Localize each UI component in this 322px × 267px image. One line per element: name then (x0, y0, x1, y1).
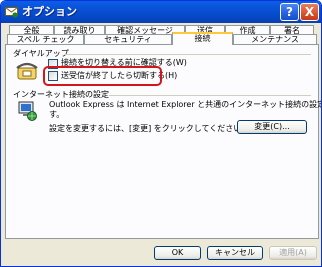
options-dialog: オプション ? X 全般 読み取り 確認メッセージ 送信 作成 署名 スペル チ… (0, 0, 322, 267)
window-title: オプション (22, 5, 77, 18)
network-computer-icon (18, 101, 37, 121)
internet-settings-heading: インターネット接続の設定 (13, 90, 109, 99)
apply-button[interactable]: 適用(A) (269, 246, 317, 260)
help-button[interactable]: ? (280, 3, 299, 21)
dialup-phone-icon (16, 62, 38, 80)
ok-button[interactable]: OK (154, 246, 201, 260)
cancel-button[interactable]: キャンセル (207, 246, 263, 260)
tab-connection[interactable]: 接続 (172, 32, 233, 45)
change-instruction-text: 設定を変更するには、[変更] をクリックしてください。 (49, 124, 250, 133)
title-bar[interactable]: オプション ? X (1, 1, 321, 23)
outlook-express-icon (5, 7, 18, 18)
internet-description-line1: Outlook Express は Internet Explorer と共通の… (49, 100, 321, 109)
dialup-divider (65, 54, 311, 55)
close-button[interactable]: X (300, 3, 319, 21)
change-button[interactable]: 変更(C)... (237, 120, 307, 134)
internet-settings-divider (109, 95, 311, 96)
highlight-annotation (43, 66, 162, 86)
internet-description-line2: す。 (49, 110, 65, 119)
